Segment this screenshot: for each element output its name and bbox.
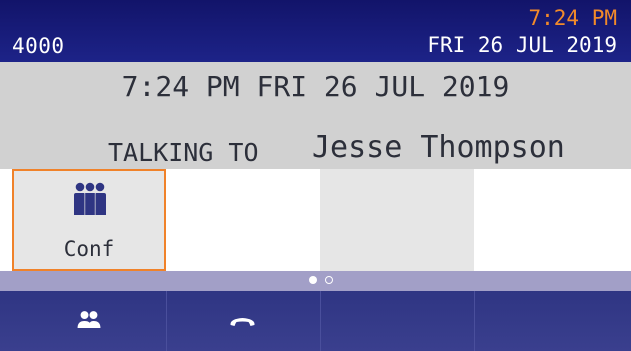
page-indicator (0, 271, 631, 291)
softkey-label: Conf (63, 237, 115, 261)
extension-number: 4000 (12, 34, 65, 58)
contacts-button[interactable] (12, 291, 167, 351)
status-time: 7:24 PM (528, 6, 617, 30)
empty-softkey-2[interactable] (166, 169, 320, 271)
call-info-panel: 7:24 PM FRI 26 JUL 2019 TALKING TO Jesse… (0, 62, 631, 169)
page-dot-inactive[interactable] (325, 276, 333, 284)
conference-icon (74, 182, 106, 215)
contacts-icon (77, 311, 101, 328)
softkey-row: Conf (0, 169, 631, 271)
status-bar: 4000 7:24 PM FRI 26 JUL 2019 (0, 0, 631, 62)
navigation-bar (0, 291, 631, 351)
caller-name: Jesse Thompson (312, 130, 565, 165)
conf-softkey[interactable]: Conf (12, 169, 166, 271)
page-dot-active[interactable] (309, 276, 317, 284)
empty-softkey-4[interactable] (474, 169, 631, 271)
talking-to-label: TALKING TO (108, 138, 259, 167)
empty-softkey-3[interactable] (320, 169, 474, 271)
nav-button-4[interactable] (475, 291, 631, 351)
call-datetime: 7:24 PM FRI 26 JUL 2019 (121, 70, 510, 103)
nav-button-3[interactable] (321, 291, 475, 351)
hang-up-icon (230, 318, 255, 326)
status-date: FRI 26 JUL 2019 (427, 33, 617, 57)
end-call-button[interactable] (167, 291, 321, 351)
